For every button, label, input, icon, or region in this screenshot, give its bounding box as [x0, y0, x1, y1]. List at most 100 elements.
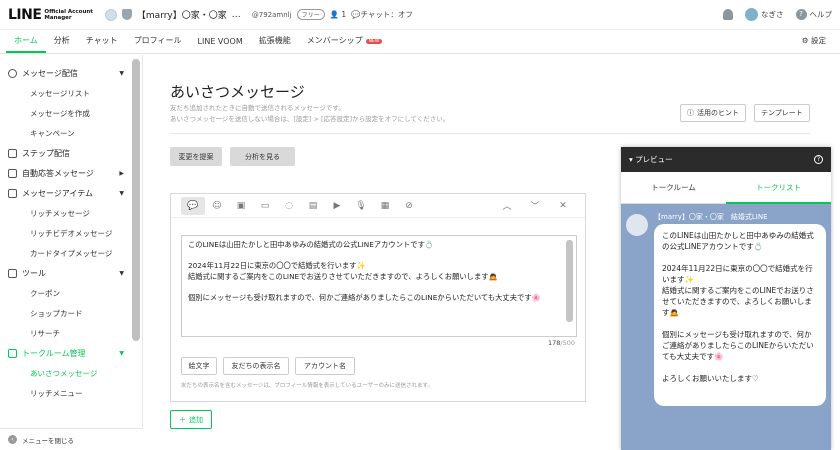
line-logo[interactable]: LINE Official Account Manager [8, 7, 93, 23]
tab-home[interactable]: ホーム [6, 35, 46, 53]
tab-talklist[interactable]: トークリスト [726, 172, 831, 204]
caret-down-icon: ▼ [119, 269, 124, 277]
rich-message-icon[interactable]: ◌ [277, 197, 301, 215]
top-bar: LINE Official Account Manager 【marry】〇家・… [0, 0, 840, 30]
tab-extensions[interactable]: 拡張機能 [251, 35, 299, 53]
user-name: なぎさ [761, 10, 784, 19]
sidebar-item-shop-card[interactable]: ショップカード [0, 303, 142, 323]
preview-sender-name: 【marry】〇家・〇家 結婚式LINE [654, 213, 768, 221]
tab-talkroom[interactable]: トークルーム [621, 172, 726, 204]
help-label: ヘルプ [809, 10, 833, 19]
user-avatar [745, 8, 758, 21]
caret-down-icon: ▼ [119, 349, 124, 357]
template-button[interactable]: テンプレート [754, 104, 810, 122]
user-menu[interactable]: なぎさ [745, 8, 784, 21]
card-message-icon[interactable]: ▤ [301, 197, 325, 215]
gear-icon: ⚙ [801, 36, 809, 45]
account-name[interactable]: 【marry】〇家・〇家 [137, 8, 227, 21]
settings-link[interactable]: ⚙ 設定 [802, 35, 826, 53]
sidebar-group-auto-response[interactable]: 自動応答メッセージ ▶ [0, 163, 142, 183]
logo-text: LINE [8, 6, 42, 23]
help-link[interactable]: ? ヘルプ [795, 9, 833, 20]
tab-line-voom[interactable]: LINE VOOM [190, 37, 251, 53]
chevron-down-icon[interactable]: ﹀ [523, 197, 547, 215]
microphone-icon[interactable]: 🎙 [349, 197, 373, 215]
image-icon[interactable]: ▣ [229, 197, 253, 215]
video-icon[interactable]: ▶ [325, 197, 349, 215]
message-editor: 💬 ☺ ▣ ▭ ◌ ▤ ▶ 🎙 ▦ ⊘ ︿ ﹀ ✕ このLINEは山田たかしと田… [170, 193, 586, 402]
insert-note: 友だちの表示名を含むメッセージは、プロフィール情報を表示しているユーザーのみに送… [181, 383, 433, 389]
page-title: あいさつメッセージ [170, 83, 305, 101]
sidebar-item-greeting-message[interactable]: あいさつメッセージ [0, 363, 142, 383]
sidebar-scrollbar[interactable] [132, 59, 140, 341]
textarea-scrollbar[interactable] [566, 240, 573, 322]
preview-panel: ▾ プレビュー ? トークルーム トークリスト 【marry】〇家・〇家 結婚式… [621, 147, 831, 450]
preview-message-text: このLINEは山田たかしと田中あゆみの結婚式の公式LINEアカウントです💍 20… [662, 231, 814, 383]
chevron-left-icon: ‹ [8, 435, 17, 444]
main-nav: ホーム 分析 チャット プロフィール LINE VOOM 拡張機能 メンバーシッ… [0, 30, 840, 54]
tab-analytics[interactable]: 分析 [46, 35, 78, 53]
sidebar-group-step-delivery[interactable]: ステップ配信 [0, 143, 142, 163]
page-description: 友だち追加されたときに自動で送信されるメッセージです。 あいさつメッセージを送信… [170, 104, 450, 123]
sidebar-item-rich-video-message[interactable]: リッチビデオメッセージ [0, 223, 142, 243]
sidebar-group-message-items[interactable]: メッセージアイテム ▼ [0, 183, 142, 203]
divider [170, 133, 810, 134]
sidebar-item-create-message[interactable]: メッセージを作成 [0, 103, 142, 123]
bell-icon[interactable] [723, 9, 733, 20]
caret-down-icon: ▼ [119, 189, 124, 197]
sidebar-item-coupon[interactable]: クーポン [0, 283, 142, 303]
link-icon[interactable]: ⊘ [397, 197, 421, 215]
plan-badge: フリー [296, 9, 325, 20]
insert-friend-name-button[interactable]: 友だちの表示名 [223, 357, 289, 375]
new-badge: NEW [365, 39, 383, 44]
preview-header[interactable]: ▾ プレビュー ? [621, 147, 831, 172]
account-menu-icon[interactable]: … [232, 10, 241, 20]
preview-avatar [626, 214, 648, 236]
account-avatar [104, 8, 117, 21]
char-counter: 178/500 [547, 339, 575, 347]
sidebar-item-campaign[interactable]: キャンペーン [0, 123, 142, 143]
sidebar-group-tools[interactable]: ツール ▼ [0, 263, 142, 283]
sidebar-item-rich-menu[interactable]: リッチメニュー [0, 383, 142, 403]
chat-status[interactable]: 💬チャット：オフ [351, 9, 413, 20]
sidebar-group-message-delivery[interactable]: メッセージ配信 ▼ [0, 63, 142, 83]
sidebar: メッセージ配信 ▼ メッセージリスト メッセージを作成 キャンペーン ステップ配… [0, 55, 143, 450]
logo-subtext: Official Account Manager [44, 8, 93, 21]
close-menu-button[interactable]: ‹ メニューを閉じる [0, 428, 143, 450]
sidebar-item-card-message[interactable]: カードタイプメッセージ [0, 243, 142, 263]
step-icon [8, 148, 17, 158]
broadcast-icon [8, 68, 17, 78]
caret-down-icon: ▼ [119, 69, 124, 77]
info-icon[interactable]: ? [814, 155, 823, 164]
sidebar-group-talkroom[interactable]: トークルーム管理 ▼ [0, 343, 142, 363]
coupon-icon[interactable]: ▭ [253, 197, 277, 215]
sticker-icon[interactable]: ☺ [205, 197, 229, 215]
tab-chat[interactable]: チャット [78, 35, 126, 53]
friends-count: 👤 1 [329, 10, 347, 19]
shield-icon [121, 9, 132, 20]
research-icon[interactable]: ▦ [373, 197, 397, 215]
add-button[interactable]: ＋ 追加 [170, 410, 212, 429]
insert-account-name-button[interactable]: アカウント名 [295, 357, 355, 375]
insert-emoji-button[interactable]: 絵文字 [181, 357, 217, 375]
help-icon: ? [795, 9, 807, 20]
talkroom-icon [8, 348, 17, 358]
view-analytics-button[interactable]: 分析を見る [230, 147, 295, 166]
message-text: このLINEは山田たかしと田中あゆみの結婚式の公式LINEアカウントです💍 20… [188, 240, 541, 302]
account-switcher[interactable]: 【marry】〇家・〇家 … @792amnlj フリー 👤 1 💬チャット：オ… [104, 8, 413, 21]
suggest-change-button[interactable]: 変更を提案 [170, 147, 222, 166]
sidebar-item-message-list[interactable]: メッセージリスト [0, 83, 142, 103]
close-icon[interactable]: ✕ [551, 197, 575, 215]
tab-membership[interactable]: メンバーシップ NEW [299, 35, 391, 53]
text-message-icon[interactable]: 💬 [181, 196, 205, 215]
preview-tabs: トークルーム トークリスト [621, 172, 831, 204]
account-id: @792amnlj [251, 10, 292, 19]
tab-profile[interactable]: プロフィール [126, 35, 190, 53]
message-textarea[interactable]: このLINEは山田たかしと田中あゆみの結婚式の公式LINEアカウントです💍 20… [181, 235, 577, 337]
auto-reply-icon [8, 168, 17, 178]
chevron-up-icon[interactable]: ︿ [495, 197, 519, 215]
editor-toolbar: 💬 ☺ ▣ ▭ ◌ ▤ ▶ 🎙 ▦ ⊘ ︿ ﹀ ✕ [171, 194, 585, 218]
sidebar-item-rich-message[interactable]: リッチメッセージ [0, 203, 142, 223]
sidebar-item-research[interactable]: リサーチ [0, 323, 142, 343]
hint-button[interactable]: ⓘ 活用のヒント [680, 104, 746, 122]
